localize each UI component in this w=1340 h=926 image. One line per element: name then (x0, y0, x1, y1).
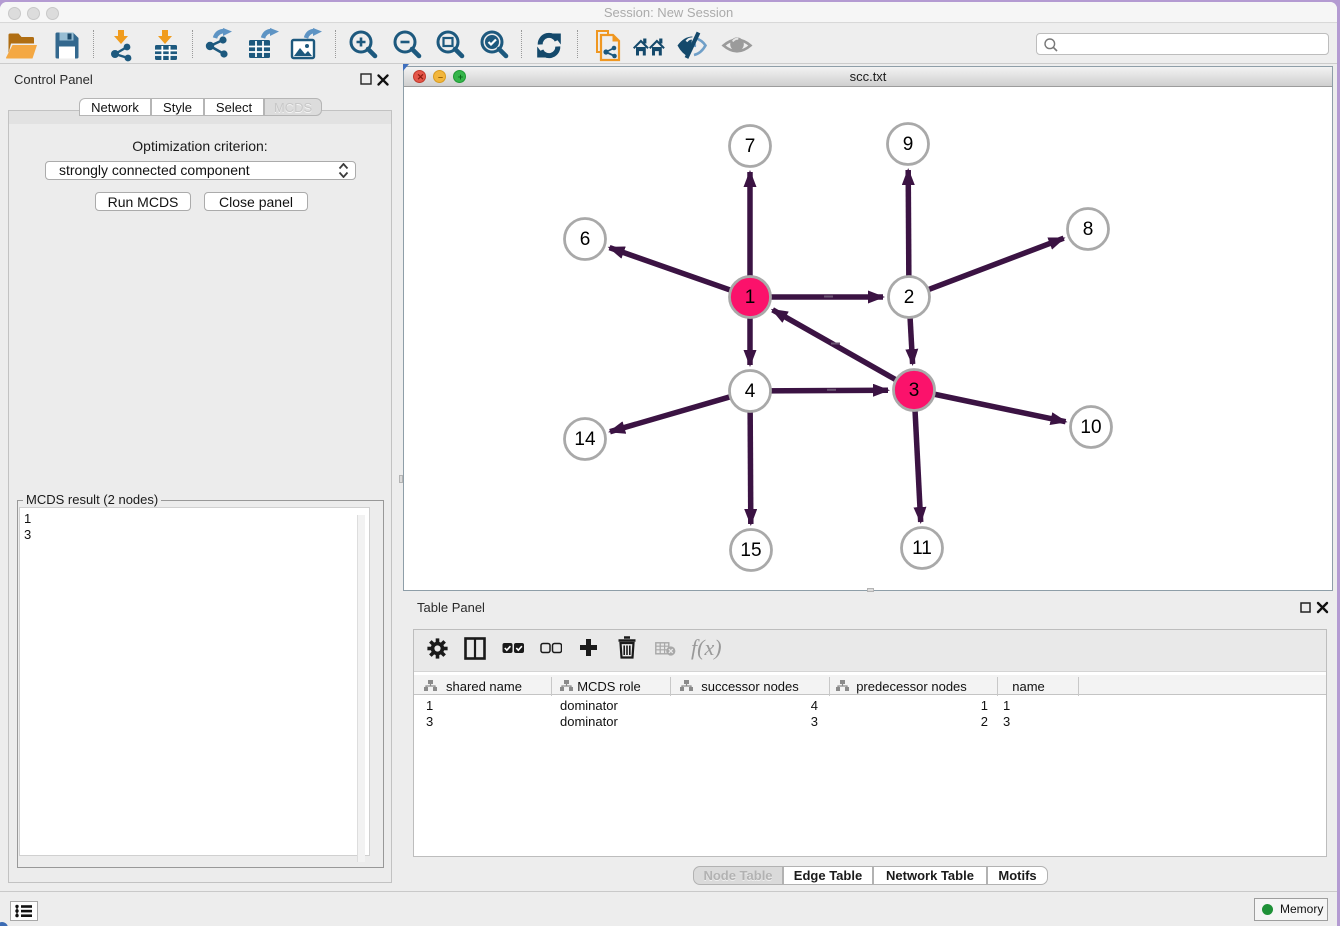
svg-text:3: 3 (909, 380, 920, 401)
svg-text:2: 2 (904, 287, 915, 308)
svg-text:1: 1 (745, 287, 756, 308)
svg-text:9: 9 (903, 134, 914, 155)
svg-text:15: 15 (740, 540, 761, 561)
svg-text:14: 14 (574, 429, 596, 450)
svg-text:8: 8 (1083, 219, 1094, 240)
svg-text:11: 11 (912, 538, 932, 559)
svg-text:7: 7 (745, 136, 756, 157)
svg-text:6: 6 (580, 229, 591, 250)
svg-text:4: 4 (745, 381, 756, 402)
svg-text:10: 10 (1080, 417, 1101, 438)
